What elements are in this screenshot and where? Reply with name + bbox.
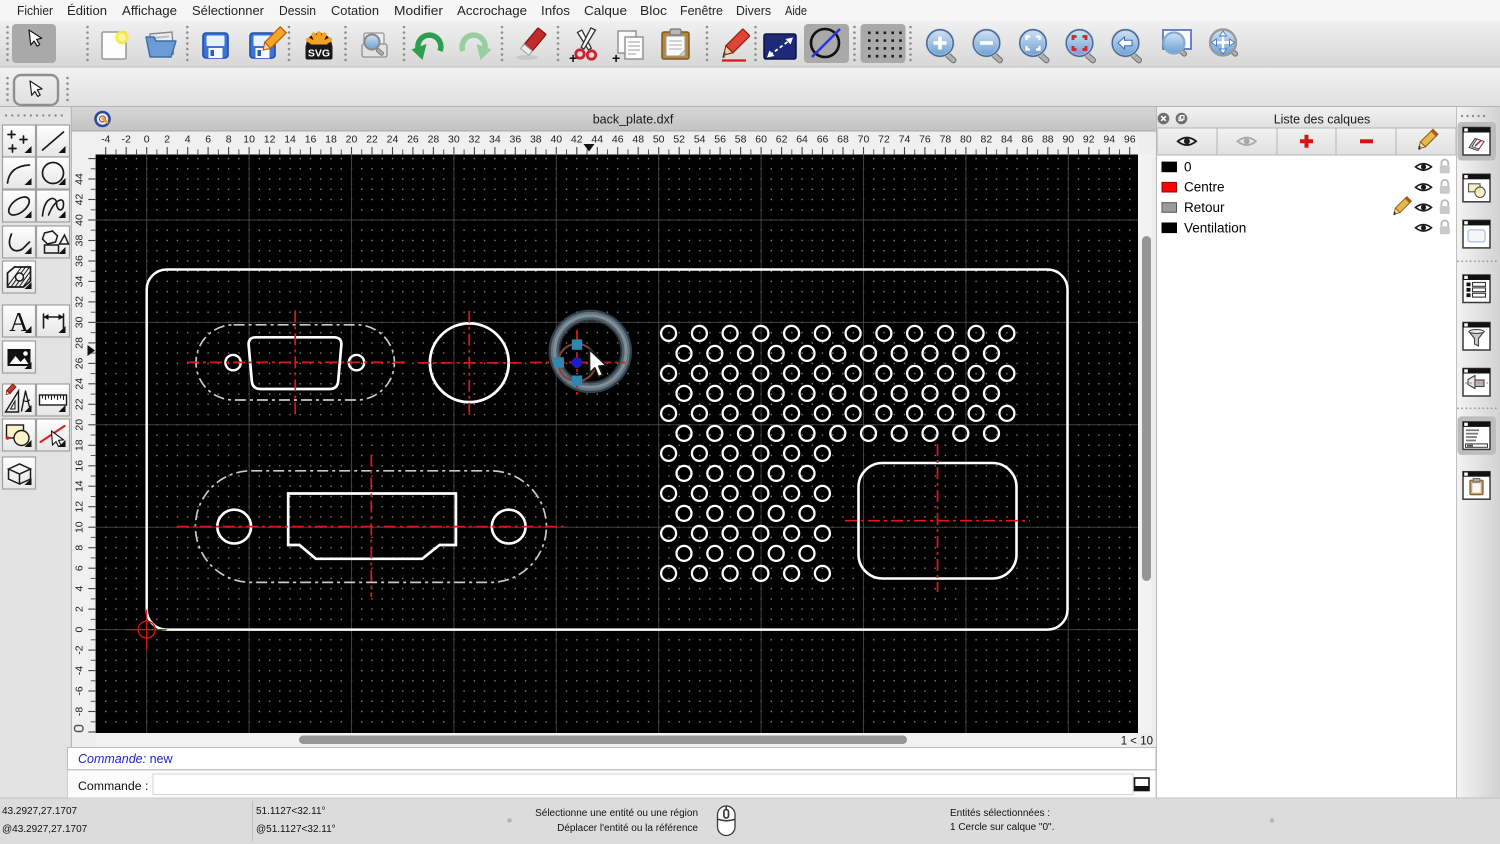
svg-text:34: 34 [489, 133, 501, 145]
svg-text:-8: -8 [74, 707, 86, 716]
svg-text:50: 50 [653, 133, 665, 145]
svg-text:92: 92 [1083, 133, 1095, 145]
svg-text:18: 18 [325, 133, 337, 145]
svg-text:Modifier: Modifier [394, 4, 443, 18]
svg-text:82: 82 [981, 133, 993, 145]
svg-text:+: + [569, 50, 577, 66]
svg-text:46: 46 [612, 133, 624, 145]
svg-text:86: 86 [1021, 133, 1033, 145]
svg-text:96: 96 [1124, 133, 1136, 145]
svg-text:22: 22 [366, 133, 378, 145]
svg-text:64: 64 [796, 133, 808, 145]
svg-text:80: 80 [960, 133, 972, 145]
svg-text:26: 26 [407, 133, 419, 145]
svg-text:32: 32 [74, 296, 86, 308]
svg-text:40: 40 [74, 214, 86, 226]
svg-text:Fichier: Fichier [17, 4, 53, 18]
svg-text:58: 58 [735, 133, 747, 145]
svg-text:Infos: Infos [541, 4, 570, 18]
svg-text:4: 4 [185, 133, 191, 145]
svg-text:Dessin: Dessin [279, 4, 316, 18]
svg-text:66: 66 [817, 133, 829, 145]
svg-text:56: 56 [714, 133, 726, 145]
svg-text:+: + [612, 50, 620, 66]
svg-text:68: 68 [837, 133, 849, 145]
svg-text:34: 34 [74, 275, 86, 287]
svg-text:4: 4 [74, 586, 86, 592]
svg-text:Affichage: Affichage [122, 4, 177, 18]
svg-text:-4: -4 [101, 133, 110, 145]
svg-text:Bloc: Bloc [640, 4, 667, 18]
svg-text:0: 0 [144, 133, 150, 145]
svg-text:14: 14 [284, 133, 296, 145]
svg-text:8: 8 [226, 133, 232, 145]
svg-text:20: 20 [346, 133, 358, 145]
svg-text:-2: -2 [122, 133, 131, 145]
svg-text:44: 44 [74, 173, 86, 185]
svg-text:Accrochage: Accrochage [457, 4, 527, 18]
svg-text:Cotation: Cotation [331, 4, 379, 18]
svg-text:78: 78 [940, 133, 952, 145]
svg-text:14: 14 [74, 480, 86, 492]
svg-text:18: 18 [74, 439, 86, 451]
svg-text:Divers: Divers [736, 4, 771, 18]
svg-text:70: 70 [858, 133, 870, 145]
svg-text:back_plate.dxf: back_plate.dxf [593, 113, 674, 127]
svg-text:10: 10 [243, 133, 255, 145]
svg-text:42: 42 [74, 194, 86, 206]
svg-text:38: 38 [74, 235, 86, 247]
svg-text:12: 12 [74, 501, 86, 513]
svg-text:30: 30 [448, 133, 460, 145]
svg-text:42: 42 [571, 133, 583, 145]
svg-text:2: 2 [164, 133, 170, 145]
svg-text:62: 62 [776, 133, 788, 145]
svg-text:-6: -6 [74, 686, 86, 695]
svg-text:52: 52 [673, 133, 685, 145]
svg-text:12: 12 [264, 133, 276, 145]
svg-text:90: 90 [1062, 133, 1074, 145]
svg-text:28: 28 [74, 337, 86, 349]
svg-text:6: 6 [74, 565, 86, 571]
svg-text:36: 36 [74, 255, 86, 267]
svg-text:Aide: Aide [785, 4, 807, 18]
svg-text:-4: -4 [74, 666, 86, 675]
svg-text:20: 20 [74, 419, 86, 431]
svg-text:6: 6 [205, 133, 211, 145]
svg-text:Fenêtre: Fenêtre [680, 4, 723, 18]
svg-text:Calque: Calque [584, 4, 627, 18]
svg-text:10: 10 [74, 521, 86, 533]
svg-text:88: 88 [1042, 133, 1054, 145]
svg-text:84: 84 [1001, 133, 1013, 145]
svg-text:44: 44 [591, 133, 603, 145]
svg-text:SVG: SVG [308, 48, 330, 60]
svg-text:Sélectionner: Sélectionner [192, 4, 264, 18]
svg-text:38: 38 [530, 133, 542, 145]
svg-text:40: 40 [550, 133, 562, 145]
svg-text:16: 16 [74, 460, 86, 472]
svg-text:26: 26 [74, 357, 86, 369]
svg-text:76: 76 [919, 133, 931, 145]
svg-text:94: 94 [1103, 133, 1115, 145]
svg-text:24: 24 [387, 133, 399, 145]
svg-text:Édition: Édition [67, 3, 107, 18]
svg-text:-2: -2 [74, 645, 86, 654]
svg-text:16: 16 [305, 133, 317, 145]
svg-text:2: 2 [74, 606, 86, 612]
svg-text:54: 54 [694, 133, 706, 145]
svg-text:74: 74 [899, 133, 911, 145]
svg-text:72: 72 [878, 133, 890, 145]
svg-text:24: 24 [74, 378, 86, 390]
svg-text:8: 8 [74, 545, 86, 551]
svg-text:36: 36 [509, 133, 521, 145]
svg-text:22: 22 [74, 398, 86, 410]
svg-text:0: 0 [74, 627, 86, 633]
svg-text:32: 32 [469, 133, 481, 145]
svg-text:48: 48 [632, 133, 644, 145]
svg-text:60: 60 [755, 133, 767, 145]
svg-text:28: 28 [428, 133, 440, 145]
svg-text:30: 30 [74, 316, 86, 328]
svg-text:A: A [9, 307, 29, 337]
